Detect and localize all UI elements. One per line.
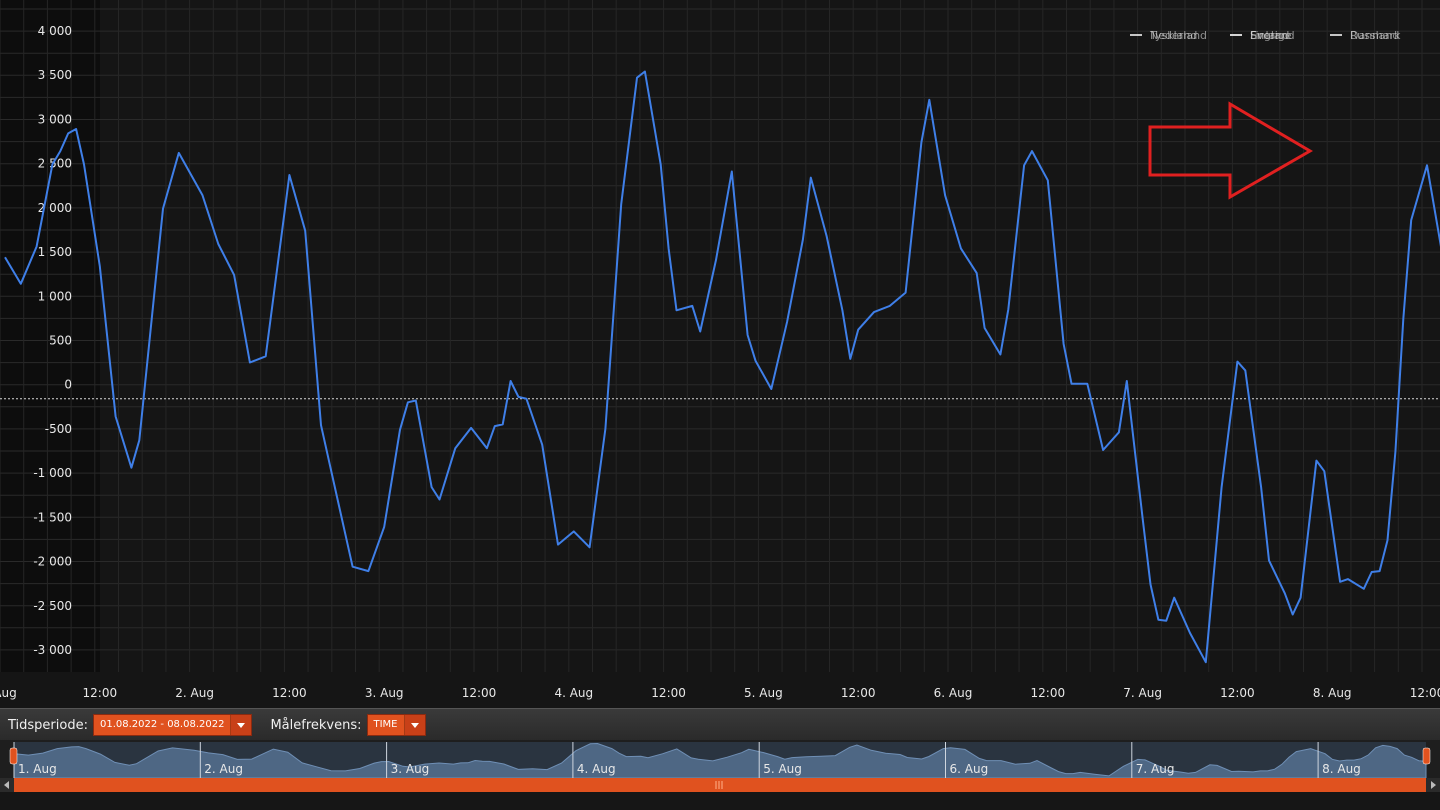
x-axis: Aug 12:00 2. Aug 12:00 3. Aug 12:00 4. Aug 12:0… (0, 686, 1440, 700)
x-tick-label: 6. Aug (934, 686, 973, 700)
y-tick-label: 1 500 (38, 245, 72, 259)
annotation-arrow (1148, 101, 1313, 200)
navigator-label: 5. Aug (763, 762, 802, 776)
x-tick-label: 12:00 (83, 686, 118, 700)
navigator-label: 2. Aug (204, 762, 243, 776)
y-tick-label: 1 000 (38, 289, 72, 303)
x-tick-label: 12:00 (462, 686, 497, 700)
y-tick-label: -2 500 (33, 599, 72, 613)
legend-item[interactable]: Russland (1350, 29, 1399, 42)
x-tick-label: Aug (0, 686, 17, 700)
chevron-down-icon[interactable] (403, 715, 425, 735)
y-tick-label: 4 000 (38, 24, 72, 38)
navigator-chart[interactable]: 1. Aug 2. Aug 3. Aug 4. Aug 5. Aug 6. Aug 7. A… (0, 740, 1440, 810)
y-tick-label: 0 (64, 378, 72, 392)
x-tick-label: 3. Aug (365, 686, 404, 700)
frequency-value: TIME (367, 715, 404, 735)
x-tick-label: 12:00 (1031, 686, 1066, 700)
chevron-down-icon[interactable] (230, 715, 252, 735)
y-tick-label: -1 000 (33, 466, 72, 480)
navigator-label: 1. Aug (18, 762, 57, 776)
y-tick-label: -2 000 (33, 555, 72, 569)
y-tick-label: 3 500 (38, 68, 72, 82)
x-tick-label: 12:00 (1220, 686, 1255, 700)
navigator-label: 8. Aug (1322, 762, 1361, 776)
x-tick-label: 12:00 (841, 686, 876, 700)
navigator-label: 6. Aug (950, 762, 989, 776)
x-tick-label: 7. Aug (1123, 686, 1162, 700)
toolbar: Tidsperiode: 01.08.2022 - 08.08.2022 Mål… (0, 708, 1440, 741)
y-tick-label: -3 000 (33, 643, 72, 657)
navigator-handle-left[interactable] (9, 747, 18, 765)
x-tick-label: 12:00 (272, 686, 307, 700)
frequency-label: Målefrekvens: (270, 717, 362, 733)
x-tick-label: 12:00 (1410, 686, 1440, 700)
period-label: Tidsperiode: (8, 717, 88, 733)
navigator-label: 3. Aug (391, 762, 430, 776)
x-tick-label: 5. Aug (744, 686, 783, 700)
y-tick-label: -1 500 (33, 510, 72, 524)
navigator-label: 4. Aug (577, 762, 616, 776)
range-navigator[interactable]: 1. Aug 2. Aug 3. Aug 4. Aug 5. Aug 6. Aug 7. A… (0, 740, 1440, 810)
x-tick-label: 8. Aug (1313, 686, 1352, 700)
series-line[interactable] (4, 70, 1440, 664)
navigator-label: 7. Aug (1136, 762, 1175, 776)
x-tick-label: 12:00 (651, 686, 686, 700)
frequency-dropdown[interactable]: TIME (366, 714, 426, 736)
legend-item[interactable]: Finland (1250, 29, 1289, 42)
legend-item[interactable]: Tyskland (1149, 29, 1197, 42)
x-tick-label: 4. Aug (554, 686, 593, 700)
scrollbar-thumb[interactable] (14, 778, 1426, 792)
y-tick-label: 500 (49, 334, 72, 348)
y-tick-label: -500 (45, 422, 72, 436)
period-value: 01.08.2022 - 08.08.2022 (93, 715, 231, 735)
grid (0, 0, 1440, 672)
legend[interactable]: NederlandTyskland EnglandSverigeFinland Da… (1130, 29, 1401, 42)
y-tick-label: 3 000 (38, 112, 72, 126)
series (4, 70, 1440, 664)
period-dropdown[interactable]: 01.08.2022 - 08.08.2022 (92, 714, 253, 736)
chart-area: 4 000 3 500 3 000 2 500 2 000 1 500 1 000 500 0-… (0, 0, 1440, 708)
x-tick-label: 2. Aug (175, 686, 214, 700)
navigator-handle-right[interactable] (1422, 747, 1431, 765)
line-chart: 4 0003 5003 0002 5002 0001 5001 0005000-… (0, 0, 1440, 700)
navigator-footer (0, 792, 1440, 810)
